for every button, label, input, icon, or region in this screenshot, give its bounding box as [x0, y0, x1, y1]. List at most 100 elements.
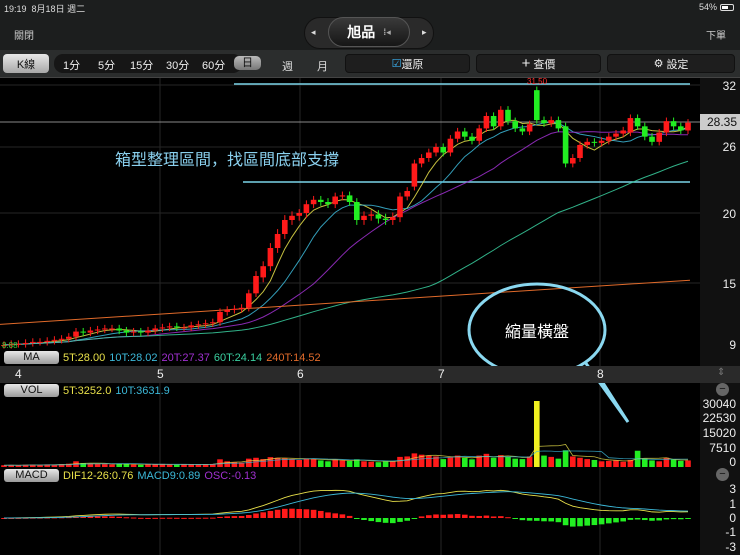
- ma-tag[interactable]: MA: [4, 351, 59, 364]
- candle-body: [224, 309, 230, 312]
- candle-body: [174, 326, 180, 328]
- candle-body: [440, 147, 446, 153]
- stock-menu-icon[interactable]: ⁞◂: [383, 27, 391, 38]
- osc-bar: [260, 512, 266, 518]
- volume-bar: [296, 459, 302, 467]
- period-month[interactable]: 月: [317, 58, 328, 74]
- candle-body: [656, 132, 662, 142]
- vol10-value: 10T:3631.9: [115, 384, 170, 397]
- volume-bar: [534, 401, 540, 467]
- period-30min[interactable]: 30分: [166, 57, 189, 73]
- macd-legend: MACD DIF12-26:0.76 MACD9:0.89 OSC:-0.13: [4, 469, 256, 482]
- osc-bar: [555, 518, 562, 523]
- osc-bar: [534, 518, 540, 521]
- volume-bar: [685, 460, 691, 467]
- osc-bar: [598, 518, 605, 525]
- candle-body: [570, 158, 576, 164]
- candle-body: [238, 307, 245, 309]
- stock-title-button[interactable]: 旭品 ⁞◂: [328, 17, 410, 47]
- osc-bar: [663, 518, 670, 520]
- volume-bar: [606, 460, 612, 467]
- period-day[interactable]: 日: [234, 56, 261, 70]
- resize-handle-icon[interactable]: ⇕: [717, 367, 725, 378]
- osc-bar: [404, 518, 410, 521]
- candle-body: [123, 330, 130, 333]
- next-stock-icon[interactable]: ▸: [422, 27, 427, 38]
- volume-bar: [130, 464, 137, 467]
- month-label: 7: [438, 367, 445, 381]
- collapse-macd-icon[interactable]: −: [716, 468, 729, 481]
- osc-bar: [469, 515, 475, 518]
- price-query-label: 查價: [533, 58, 556, 71]
- osc-bar: [246, 515, 252, 518]
- battery-percent: 54%: [698, 2, 717, 12]
- period-15min[interactable]: 15分: [130, 57, 153, 73]
- volume-bar: [411, 453, 418, 467]
- macd-tick: 3: [729, 482, 736, 496]
- macd-tag[interactable]: MACD: [4, 469, 59, 482]
- osc-bar: [397, 518, 403, 522]
- ma20-value: 20T:27.37: [161, 351, 210, 364]
- candle-body: [613, 133, 619, 137]
- osc-bar: [454, 514, 461, 518]
- candle-body: [30, 341, 36, 343]
- vol-tag[interactable]: VOL: [4, 384, 59, 397]
- osc-bar: [447, 514, 454, 518]
- candle-body: [512, 121, 518, 129]
- volume-bar: [678, 460, 684, 467]
- date-axis: [0, 366, 740, 383]
- candle-body: [325, 202, 331, 205]
- volume-bar: [512, 458, 518, 467]
- collapse-vol-icon[interactable]: −: [716, 383, 729, 396]
- candle-body: [310, 199, 317, 205]
- osc-bar: [339, 514, 346, 518]
- month-label: 8: [597, 367, 604, 381]
- osc-bar: [123, 517, 130, 519]
- ma10-line: [3, 121, 689, 346]
- status-time: 19:19: [4, 4, 27, 14]
- period-60min[interactable]: 60分: [202, 57, 225, 73]
- candle-body: [217, 311, 223, 323]
- osc-bar: [152, 517, 158, 519]
- osc-bar: [375, 518, 382, 523]
- current-price-label: 28.35: [700, 114, 740, 130]
- ma5-line: [3, 119, 689, 346]
- osc-bar: [102, 516, 108, 518]
- period-5min[interactable]: 5分: [98, 57, 115, 73]
- osc-bar: [620, 518, 626, 522]
- volume-bar: [390, 461, 396, 467]
- candle-body: [210, 322, 216, 324]
- candle-body: [116, 328, 122, 331]
- period-week[interactable]: 週: [282, 58, 293, 74]
- candle-body: [562, 126, 569, 164]
- volume-bar: [649, 460, 655, 467]
- vol-tick: 7510: [709, 441, 736, 455]
- candle-body: [354, 202, 360, 220]
- osc-bar: [606, 518, 612, 524]
- restore-button[interactable]: ☑ 還原: [345, 54, 470, 73]
- vol5-value: 5T:3252.0: [63, 384, 112, 397]
- osc-bar: [296, 509, 302, 518]
- osc-bar: [512, 518, 518, 519]
- volume-bar: [440, 459, 446, 467]
- osc-bar: [433, 514, 439, 518]
- price-query-button[interactable]: + 查價: [476, 54, 601, 73]
- volume-bar: [303, 458, 310, 467]
- volume-bar: [462, 457, 468, 467]
- close-button[interactable]: 關閉: [14, 27, 34, 42]
- volume-bar: [570, 456, 576, 467]
- vol-tick: 15020: [702, 426, 736, 440]
- period-1min[interactable]: 1分: [63, 57, 80, 73]
- settings-button[interactable]: ⚙ 設定: [607, 54, 735, 73]
- candle-body: [73, 331, 79, 337]
- kline-button[interactable]: K線: [3, 54, 49, 73]
- candle-body: [296, 213, 302, 216]
- candle-body: [519, 128, 526, 132]
- candle-body: [339, 195, 346, 197]
- price-tick: 20: [722, 207, 736, 221]
- kline-chart[interactable]: [0, 78, 740, 555]
- volume-bar: [670, 459, 677, 467]
- order-button[interactable]: 下單: [706, 27, 726, 42]
- volume-bar: [548, 456, 554, 467]
- prev-stock-icon[interactable]: ◂: [311, 27, 316, 38]
